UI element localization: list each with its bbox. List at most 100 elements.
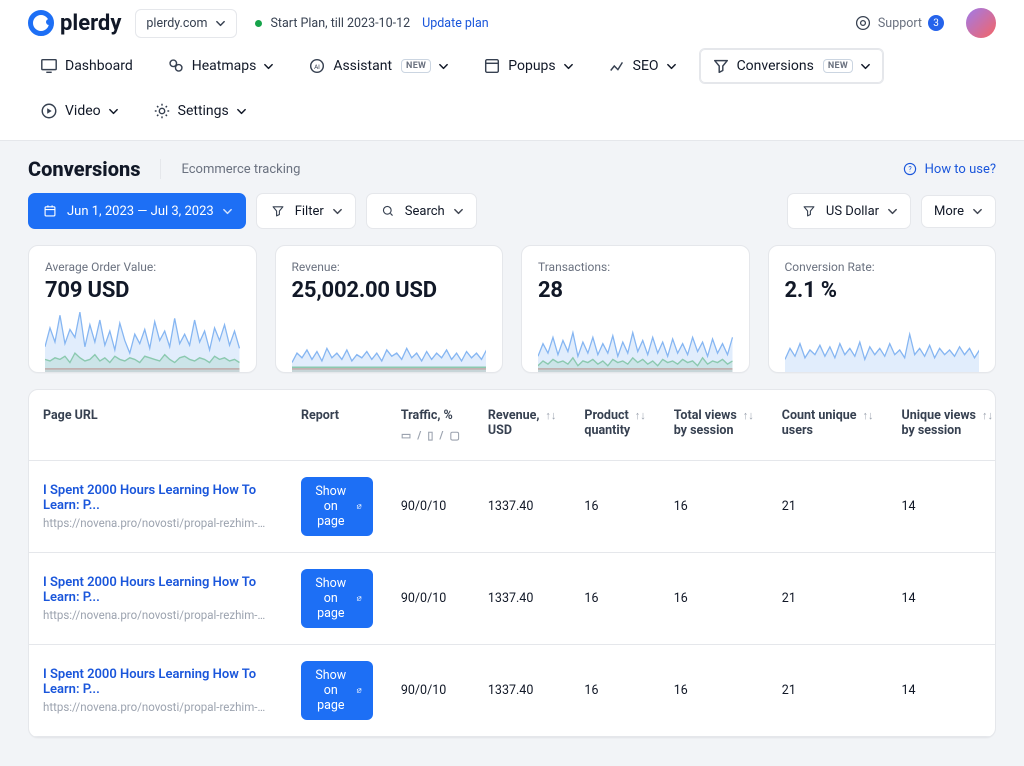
currency-button[interactable]: US Dollar	[787, 193, 911, 229]
col-quantity[interactable]: Product↑↓ quantity	[570, 390, 659, 461]
how-to-use-link[interactable]: ? How to use?	[901, 160, 996, 178]
support-button[interactable]: Support 3	[854, 14, 944, 32]
cell-revenue: 1337.40	[474, 645, 571, 737]
col-revenue[interactable]: Revenue,↑↓ USD	[474, 390, 571, 461]
site-selector[interactable]: plerdy.com	[135, 9, 237, 38]
nav-popups[interactable]: Popups	[471, 49, 585, 83]
col-unique-users[interactable]: Count unique↑↓ users	[768, 390, 888, 461]
support-label: Support	[878, 16, 922, 31]
cell-unique-users: 21	[768, 461, 888, 553]
metrics-row: Average Order Value: 709 USD Revenue: 25…	[28, 245, 996, 373]
chevron-down-icon	[236, 106, 247, 117]
metric-value: 25,002.00 USD	[292, 278, 487, 303]
col-unique-views[interactable]: Unique views↑↓ by session	[888, 390, 997, 461]
page-url-link[interactable]: I Spent 2000 Hours Learning How To Learn…	[43, 667, 256, 697]
cell-total-views: 16	[660, 461, 768, 553]
more-button[interactable]: More	[921, 195, 996, 228]
col-total-views[interactable]: Total views↑↓ by session	[660, 390, 768, 461]
date-range-button[interactable]: Jun 1, 2023 — Jul 3, 2023	[28, 193, 246, 229]
update-plan-link[interactable]: Update plan	[422, 16, 489, 31]
sort-icon: ↑↓	[743, 409, 754, 422]
search-button[interactable]: Search	[366, 193, 477, 229]
sparkline	[45, 309, 240, 372]
monitor-icon	[40, 57, 58, 75]
table-row: I Spent 2000 Hours Learning How To Learn…	[29, 645, 996, 737]
nav-seo[interactable]: SEO	[596, 49, 689, 83]
plan-info: Start Plan, till 2023-10-12 Update plan	[255, 16, 488, 31]
funnel-icon	[712, 57, 730, 75]
divider	[160, 159, 161, 179]
nav-settings[interactable]: Settings	[141, 94, 259, 128]
cell-quantity: 16	[570, 645, 659, 737]
nav-dashboard[interactable]: Dashboard	[28, 49, 145, 83]
show-on-page-button[interactable]: Show on page	[301, 477, 373, 536]
chevron-down-icon	[972, 206, 983, 217]
desktop-icon: ▭	[401, 429, 411, 442]
calendar-icon	[41, 202, 59, 220]
chevron-down-icon	[666, 61, 677, 72]
site-selector-label: plerdy.com	[146, 16, 207, 31]
svg-text:AI: AI	[314, 63, 320, 71]
metric-value: 28	[538, 278, 733, 303]
page-subtitle: Ecommerce tracking	[181, 162, 300, 177]
sparkline	[785, 309, 980, 372]
tablet-icon: ▯	[427, 429, 433, 442]
cell-unique-users: 21	[768, 645, 888, 737]
col-report: Report	[287, 390, 387, 461]
page-title: Conversions	[28, 157, 140, 181]
page-url-link[interactable]: I Spent 2000 Hours Learning How To Learn…	[43, 575, 256, 605]
play-icon	[40, 102, 58, 120]
sort-icon: ↑↓	[863, 409, 874, 422]
col-traffic[interactable]: Traffic, % ▭/▯/▢	[387, 390, 474, 461]
nav-assistant[interactable]: AI Assistant NEW	[296, 49, 461, 83]
metric-value: 709 USD	[45, 278, 240, 303]
question-icon: ?	[901, 160, 919, 178]
external-link-icon	[356, 592, 362, 605]
cell-revenue: 1337.40	[474, 461, 571, 553]
page-url-text: https://novena.pro/novosti/propal-rezhim…	[43, 700, 273, 714]
chevron-down-icon	[108, 106, 119, 117]
cell-traffic: 90/0/10	[387, 461, 474, 553]
search-icon	[379, 202, 397, 220]
page-url-text: https://novena.pro/novosti/propal-rezhim…	[43, 608, 273, 622]
chevron-down-icon	[263, 61, 274, 72]
page-url-link[interactable]: I Spent 2000 Hours Learning How To Learn…	[43, 483, 256, 513]
data-table: Page URL Report Traffic, % ▭/▯/▢ Revenue…	[28, 389, 996, 738]
main-nav: Dashboard Heatmaps AI Assistant NEW Popu…	[0, 42, 1024, 141]
col-page-url[interactable]: Page URL	[29, 390, 287, 461]
page-content: Conversions Ecommerce tracking ? How to …	[0, 141, 1024, 766]
metric-label: Transactions:	[538, 260, 733, 274]
new-badge: NEW	[401, 59, 431, 73]
cell-unique-views: 14	[888, 645, 997, 737]
show-on-page-button[interactable]: Show on page	[301, 661, 373, 720]
metric-card-cr: Conversion Rate: 2.1 %	[768, 245, 997, 373]
chevron-down-icon	[860, 61, 871, 72]
metric-card-transactions: Transactions: 28	[521, 245, 750, 373]
heatmap-icon	[167, 57, 185, 75]
chevron-down-icon	[438, 61, 449, 72]
metric-value: 2.1 %	[785, 278, 980, 303]
external-link-icon	[356, 684, 362, 697]
filter-button[interactable]: Filter	[256, 193, 356, 229]
cell-revenue: 1337.40	[474, 553, 571, 645]
svg-text:?: ?	[908, 165, 912, 173]
brand-mark-icon	[28, 10, 54, 36]
chevron-down-icon	[332, 206, 343, 217]
ai-icon: AI	[308, 57, 326, 75]
nav-heatmaps[interactable]: Heatmaps	[155, 49, 287, 83]
support-badge: 3	[928, 15, 944, 31]
user-avatar[interactable]	[966, 8, 996, 38]
cell-total-views: 16	[660, 553, 768, 645]
table-row: I Spent 2000 Hours Learning How To Learn…	[29, 553, 996, 645]
cell-quantity: 16	[570, 461, 659, 553]
page-title-bar: Conversions Ecommerce tracking ? How to …	[28, 157, 996, 181]
device-icons: ▭/▯/▢	[401, 429, 460, 442]
nav-video[interactable]: Video	[28, 94, 131, 128]
show-on-page-button[interactable]: Show on page	[301, 569, 373, 628]
funnel-icon	[800, 202, 818, 220]
sparkline	[292, 309, 487, 372]
brand-text: plerdy	[60, 11, 121, 36]
nav-conversions[interactable]: Conversions NEW	[699, 48, 884, 84]
brand-logo[interactable]: plerdy	[28, 10, 121, 36]
external-link-icon	[356, 500, 362, 513]
